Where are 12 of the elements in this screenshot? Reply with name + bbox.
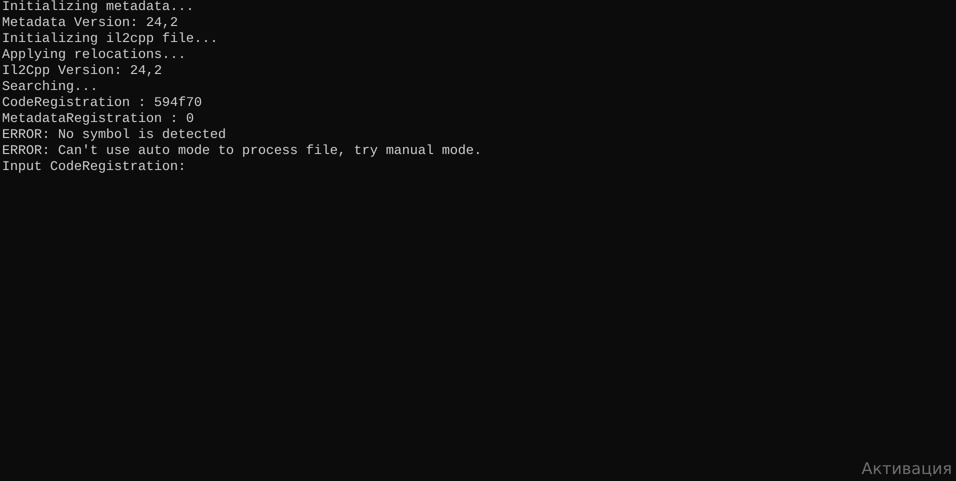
console-line: Applying relocations... (2, 48, 186, 64)
activation-notice: Активация (862, 458, 952, 480)
console-line: Initializing metadata... (2, 0, 194, 16)
console-line: Metadata Version: 24,2 (2, 16, 178, 32)
console-line: ERROR: Can't use auto mode to process file, try manual mode. (2, 144, 482, 160)
console-line: Searching... (2, 80, 98, 96)
console-line: Input CodeRegistration: (2, 160, 186, 176)
console-line: Initializing il2cpp file... (2, 32, 218, 48)
console-line: Il2Cpp Version: 24,2 (2, 64, 162, 80)
console-line: MetadataRegistration : 0 (2, 112, 194, 128)
console-line: CodeRegistration : 594f70 (2, 96, 202, 112)
console-line: ERROR: No symbol is detected (2, 128, 226, 144)
